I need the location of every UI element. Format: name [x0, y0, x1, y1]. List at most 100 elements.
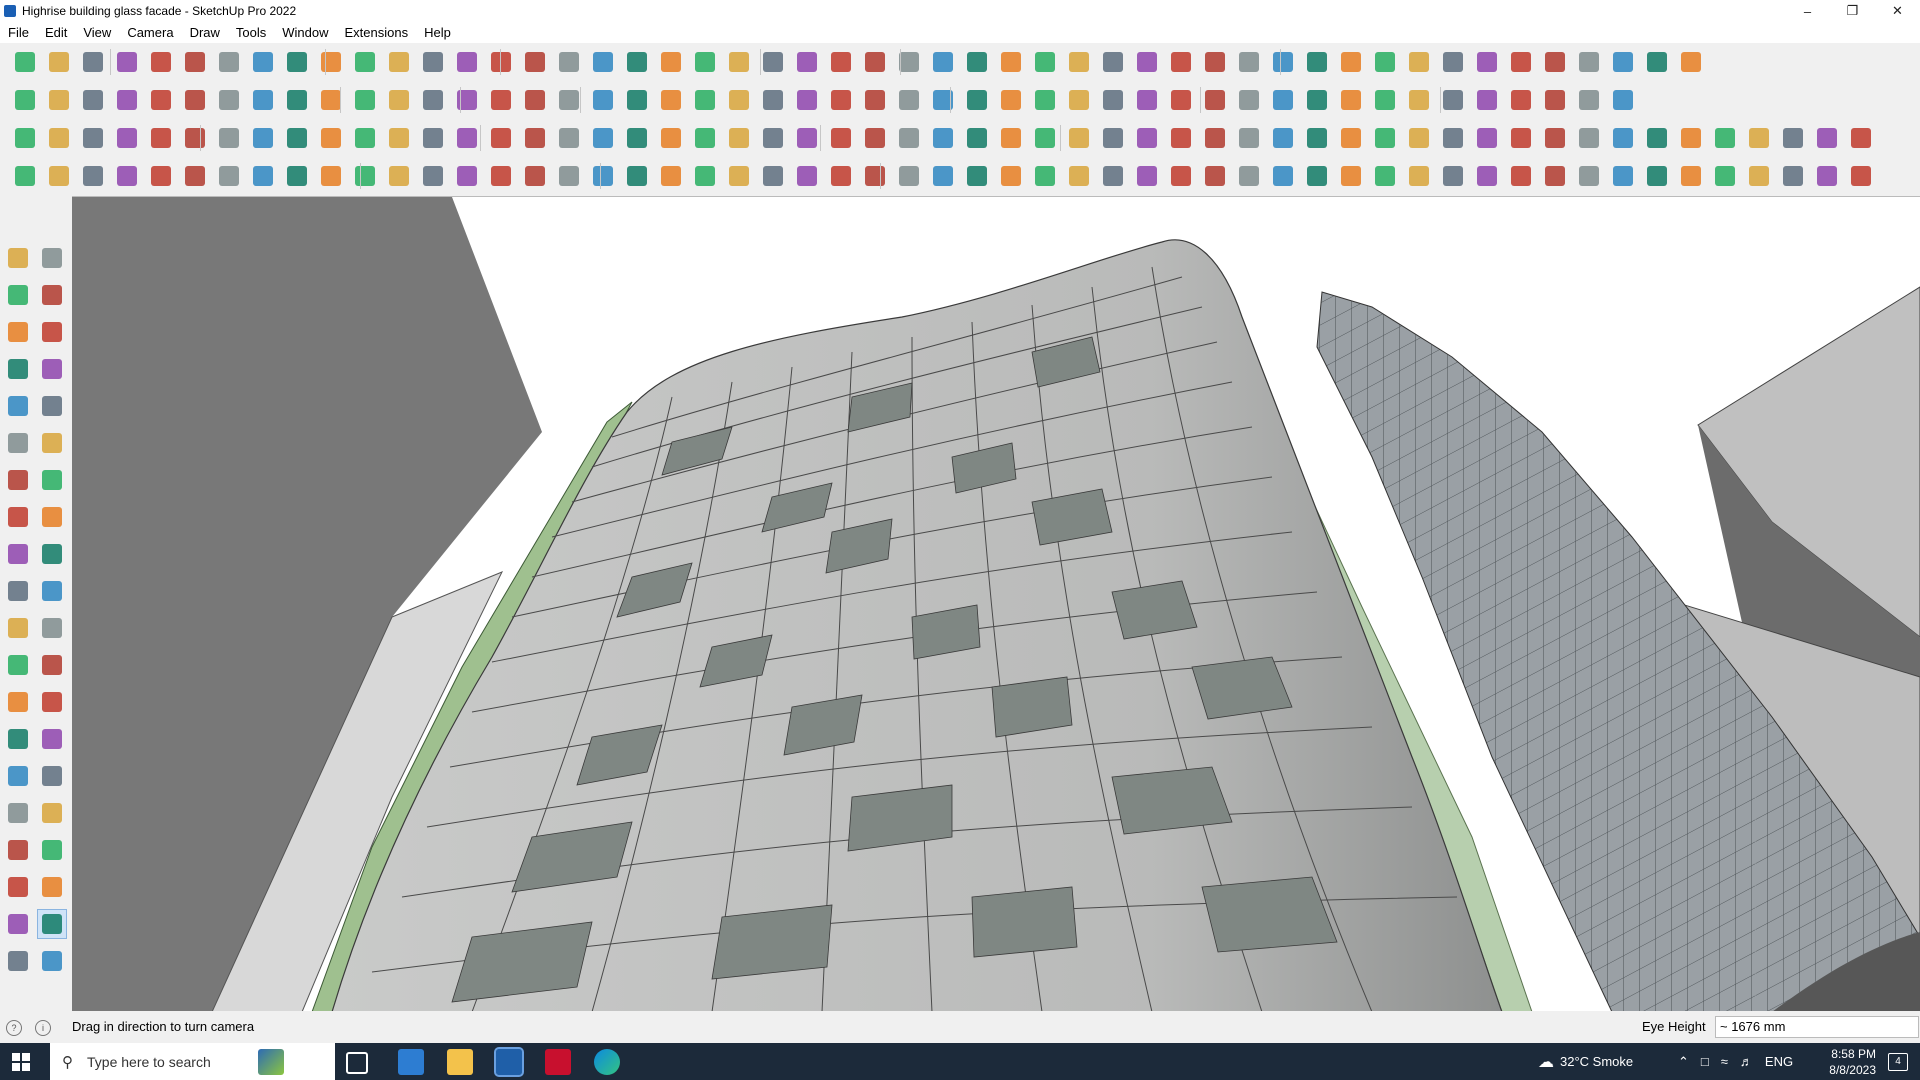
tb4-tool-icon-24[interactable] [794, 163, 820, 189]
tb2-tool-icon-30[interactable] [998, 87, 1024, 113]
palette-tool-icon-6[interactable] [38, 318, 66, 346]
tb2-tool-icon-42[interactable] [1406, 87, 1432, 113]
tb1-tool-icon-7[interactable] [216, 49, 242, 75]
taskbar-clock[interactable]: 8:58 PM 8/8/2023 [1829, 1046, 1876, 1078]
tb1-tool-icon-17[interactable] [556, 49, 582, 75]
tb1-tool-icon-46[interactable] [1542, 49, 1568, 75]
tb1-tool-icon-39[interactable] [1304, 49, 1330, 75]
file-explorer-icon[interactable] [447, 1049, 473, 1075]
palette-tool-icon-25[interactable] [4, 688, 32, 716]
meet-now-icon[interactable]: □ [1701, 1054, 1709, 1069]
tb3-tool-icon-23[interactable] [760, 125, 786, 151]
tb4-tool-icon-39[interactable] [1304, 163, 1330, 189]
tb4-tool-icon-17[interactable] [556, 163, 582, 189]
tb3-tool-icon-25[interactable] [828, 125, 854, 151]
palette-tool-icon-24[interactable] [38, 651, 66, 679]
menu-extensions[interactable]: Extensions [337, 25, 417, 40]
tb4-tool-icon-13[interactable] [420, 163, 446, 189]
tb2-tool-icon-7[interactable] [216, 87, 242, 113]
tb4-tool-icon-8[interactable] [250, 163, 276, 189]
tb4-tool-icon-50[interactable] [1678, 163, 1704, 189]
tb3-tool-icon-41[interactable] [1372, 125, 1398, 151]
tb4-tool-icon-48[interactable] [1610, 163, 1636, 189]
tb4-tool-icon-19[interactable] [624, 163, 650, 189]
tb4-tool-icon-32[interactable] [1066, 163, 1092, 189]
menu-file[interactable]: File [0, 25, 37, 40]
tb4-tool-icon-9[interactable] [284, 163, 310, 189]
tb4-tool-icon-12[interactable] [386, 163, 412, 189]
tb3-tool-icon-9[interactable] [284, 125, 310, 151]
tb3-tool-icon-12[interactable] [386, 125, 412, 151]
tb1-tool-icon-35[interactable] [1168, 49, 1194, 75]
tb2-tool-icon-16[interactable] [522, 87, 548, 113]
tb1-tool-icon-10[interactable] [318, 49, 344, 75]
tb2-tool-icon-38[interactable] [1270, 87, 1296, 113]
tb3-tool-icon-19[interactable] [624, 125, 650, 151]
tb4-tool-icon-16[interactable] [522, 163, 548, 189]
palette-tool-icon-27[interactable] [4, 725, 32, 753]
tb1-tool-icon-50[interactable] [1678, 49, 1704, 75]
tb2-tool-icon-17[interactable] [556, 87, 582, 113]
tb3-tool-icon-26[interactable] [862, 125, 888, 151]
tb1-tool-icon-18[interactable] [590, 49, 616, 75]
tb4-tool-icon-2[interactable] [46, 163, 72, 189]
palette-tool-icon-10[interactable] [38, 392, 66, 420]
tb2-tool-icon-11[interactable] [352, 87, 378, 113]
tb4-tool-icon-21[interactable] [692, 163, 718, 189]
menu-view[interactable]: View [75, 25, 119, 40]
tb1-tool-icon-38[interactable] [1270, 49, 1296, 75]
tb4-tool-icon-37[interactable] [1236, 163, 1262, 189]
tb1-tool-icon-36[interactable] [1202, 49, 1228, 75]
tb2-tool-icon-25[interactable] [828, 87, 854, 113]
tb4-tool-icon-26[interactable] [862, 163, 888, 189]
geolocation-icon[interactable]: ? [6, 1020, 22, 1036]
tb3-tool-icon-42[interactable] [1406, 125, 1432, 151]
tb4-tool-icon-4[interactable] [114, 163, 140, 189]
palette-tool-icon-39[interactable] [4, 947, 32, 975]
tb3-tool-icon-37[interactable] [1236, 125, 1262, 151]
tb4-tool-icon-18[interactable] [590, 163, 616, 189]
tb2-tool-icon-19[interactable] [624, 87, 650, 113]
tb4-tool-icon-42[interactable] [1406, 163, 1432, 189]
taskbar-search-box[interactable]: ⚲ Type here to search [50, 1043, 335, 1080]
palette-tool-icon-8[interactable] [38, 355, 66, 383]
tb4-tool-icon-35[interactable] [1168, 163, 1194, 189]
tb2-tool-icon-1[interactable] [12, 87, 38, 113]
tb4-tool-icon-33[interactable] [1100, 163, 1126, 189]
tb3-tool-icon-44[interactable] [1474, 125, 1500, 151]
tb3-tool-icon-7[interactable] [216, 125, 242, 151]
chevron-up-icon[interactable]: ⌃ [1678, 1054, 1689, 1070]
tb1-tool-icon-4[interactable] [114, 49, 140, 75]
measurements-input[interactable]: ~ 1676 mm [1715, 1016, 1919, 1038]
tb2-tool-icon-33[interactable] [1100, 87, 1126, 113]
tb3-tool-icon-18[interactable] [590, 125, 616, 151]
close-button[interactable]: ✕ [1875, 0, 1920, 22]
tb3-tool-icon-30[interactable] [998, 125, 1024, 151]
tb1-tool-icon-34[interactable] [1134, 49, 1160, 75]
tb1-tool-icon-47[interactable] [1576, 49, 1602, 75]
tb3-tool-icon-31[interactable] [1032, 125, 1058, 151]
tb2-tool-icon-27[interactable] [896, 87, 922, 113]
tb1-tool-icon-1[interactable] [12, 49, 38, 75]
tb3-tool-icon-2[interactable] [46, 125, 72, 151]
tb3-tool-icon-22[interactable] [726, 125, 752, 151]
tb1-tool-icon-31[interactable] [1032, 49, 1058, 75]
tb1-tool-icon-29[interactable] [964, 49, 990, 75]
palette-tool-icon-34[interactable] [38, 836, 66, 864]
tb2-tool-icon-46[interactable] [1542, 87, 1568, 113]
palette-tool-icon-26[interactable] [38, 688, 66, 716]
palette-tool-icon-5[interactable] [4, 318, 32, 346]
tb4-tool-icon-34[interactable] [1134, 163, 1160, 189]
tb1-tool-icon-26[interactable] [862, 49, 888, 75]
tb4-tool-icon-5[interactable] [148, 163, 174, 189]
tb3-tool-icon-38[interactable] [1270, 125, 1296, 151]
palette-tool-icon-3[interactable] [4, 281, 32, 309]
tb4-tool-icon-31[interactable] [1032, 163, 1058, 189]
tb3-tool-icon-21[interactable] [692, 125, 718, 151]
tb2-tool-icon-14[interactable] [454, 87, 480, 113]
menu-edit[interactable]: Edit [37, 25, 75, 40]
tb3-tool-icon-33[interactable] [1100, 125, 1126, 151]
tb3-tool-icon-29[interactable] [964, 125, 990, 151]
tb2-tool-icon-24[interactable] [794, 87, 820, 113]
palette-tool-icon-19[interactable] [4, 577, 32, 605]
